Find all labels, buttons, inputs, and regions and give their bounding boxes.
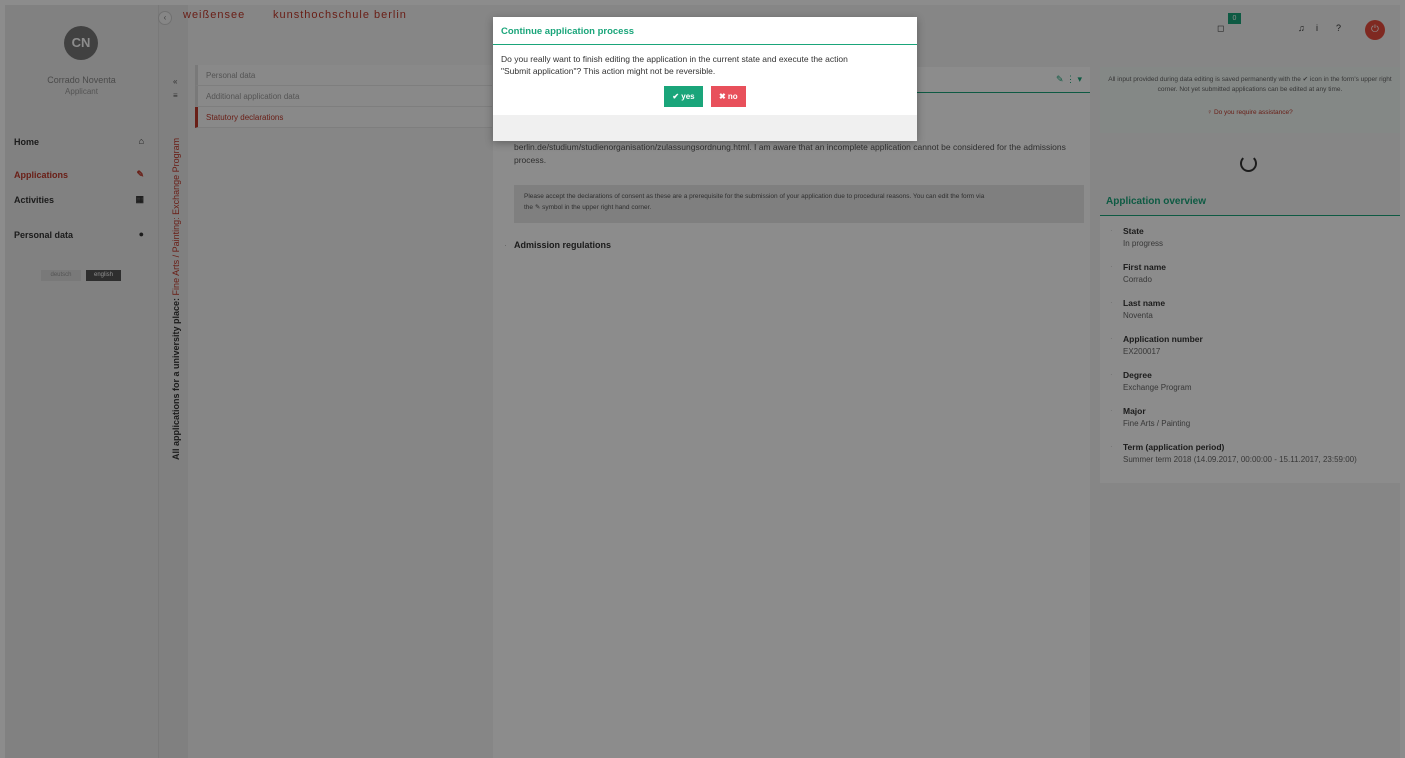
dialog-body: Do you really want to finish editing the… <box>493 45 917 115</box>
dialog-message-line2: "Submit application"? This action might … <box>501 66 716 76</box>
dialog-buttons: ✔ yes ✖ no <box>493 86 917 107</box>
yes-button[interactable]: ✔ yes <box>664 86 703 107</box>
dialog-title: Continue application process <box>493 17 917 45</box>
no-button[interactable]: ✖ no <box>710 86 746 107</box>
confirm-dialog: Continue application process Do you real… <box>493 17 917 141</box>
dialog-message-line1: Do you really want to finish editing the… <box>501 54 848 64</box>
